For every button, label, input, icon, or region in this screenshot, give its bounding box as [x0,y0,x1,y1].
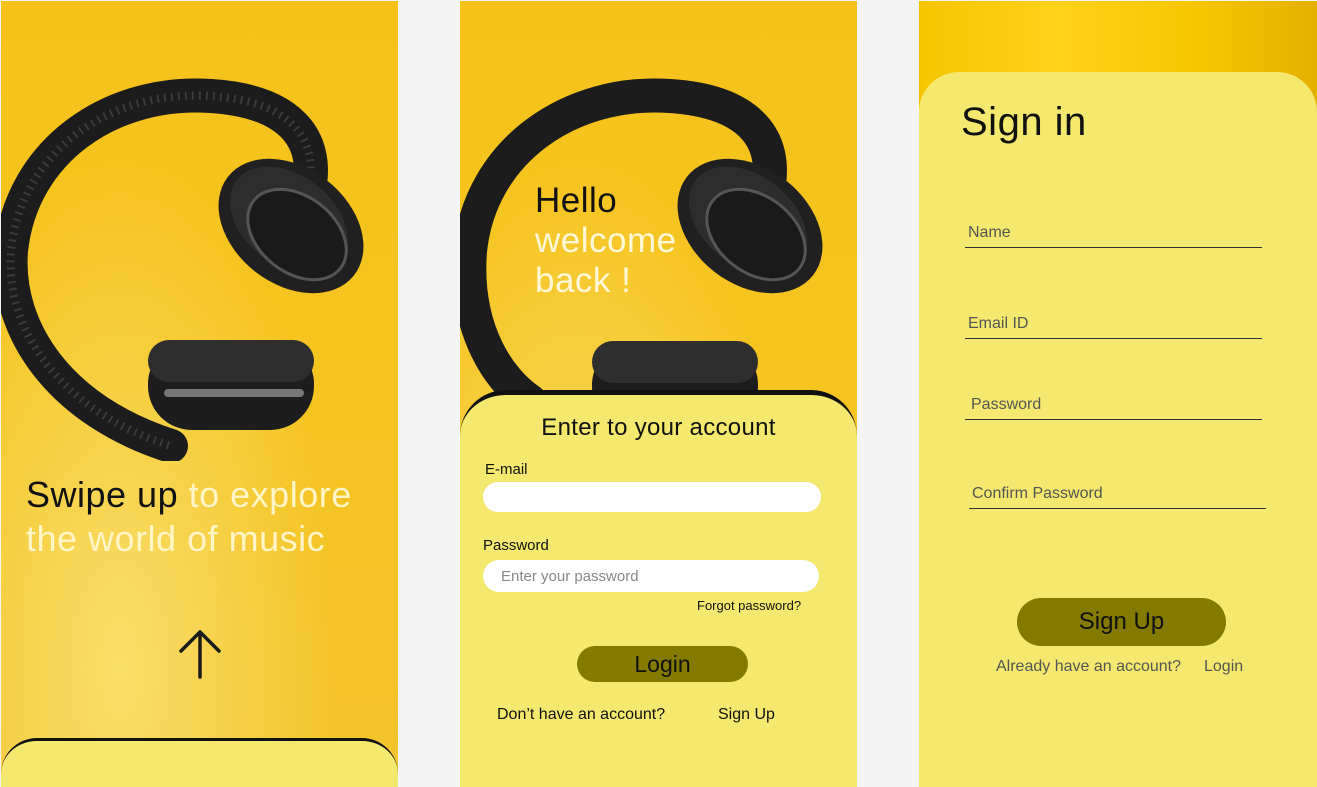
have-account-text: Already have an account? [996,658,1182,675]
password-label: Password [483,537,549,554]
headphones-image [1,78,364,461]
signin-screen: Sign in Sign Up Already have an account?… [919,1,1317,787]
signup-link[interactable]: Sign Up [718,706,775,724]
confirm-password-field[interactable] [969,480,1266,508]
name-field-container [965,219,1262,248]
arrow-up-icon[interactable] [177,629,223,679]
confirm-password-field-container [969,480,1266,509]
tagline-dark-text: Swipe up [26,474,179,515]
welcome-text: welcome [535,221,677,260]
password-field[interactable] [965,391,1262,419]
signup-button[interactable]: Sign Up [1017,598,1226,646]
login-link[interactable]: Login [1204,658,1243,676]
swipe-tagline: Swipe up to explore the world of music [26,473,366,561]
email-field-container [965,310,1262,339]
email-field[interactable] [483,482,821,512]
welcome-heading: Hello welcome back ! [535,181,677,301]
login-screen: Hello welcome back ! Enter to your accou… [460,1,857,787]
login-card: Enter to your account E-mail Password Fo… [460,390,857,787]
signin-card: Sign in Sign Up Already have an account?… [919,72,1317,787]
login-button[interactable]: Login [577,646,748,682]
email-field[interactable] [965,310,1262,338]
bottom-sheet-handle[interactable] [1,738,398,787]
password-field-container [965,391,1262,420]
email-label: E-mail [485,461,528,478]
hello-text: Hello [535,181,618,220]
no-account-text: Don’t have an account? [497,706,666,723]
page-title: Sign in [961,100,1087,144]
name-field[interactable] [965,219,1262,247]
swipe-screen: Swipe up to explore the world of music [1,1,398,787]
card-title: Enter to your account [541,414,776,441]
password-field[interactable] [483,560,819,592]
back-text: back ! [535,261,632,300]
forgot-password-link[interactable]: Forgot password? [697,598,801,613]
